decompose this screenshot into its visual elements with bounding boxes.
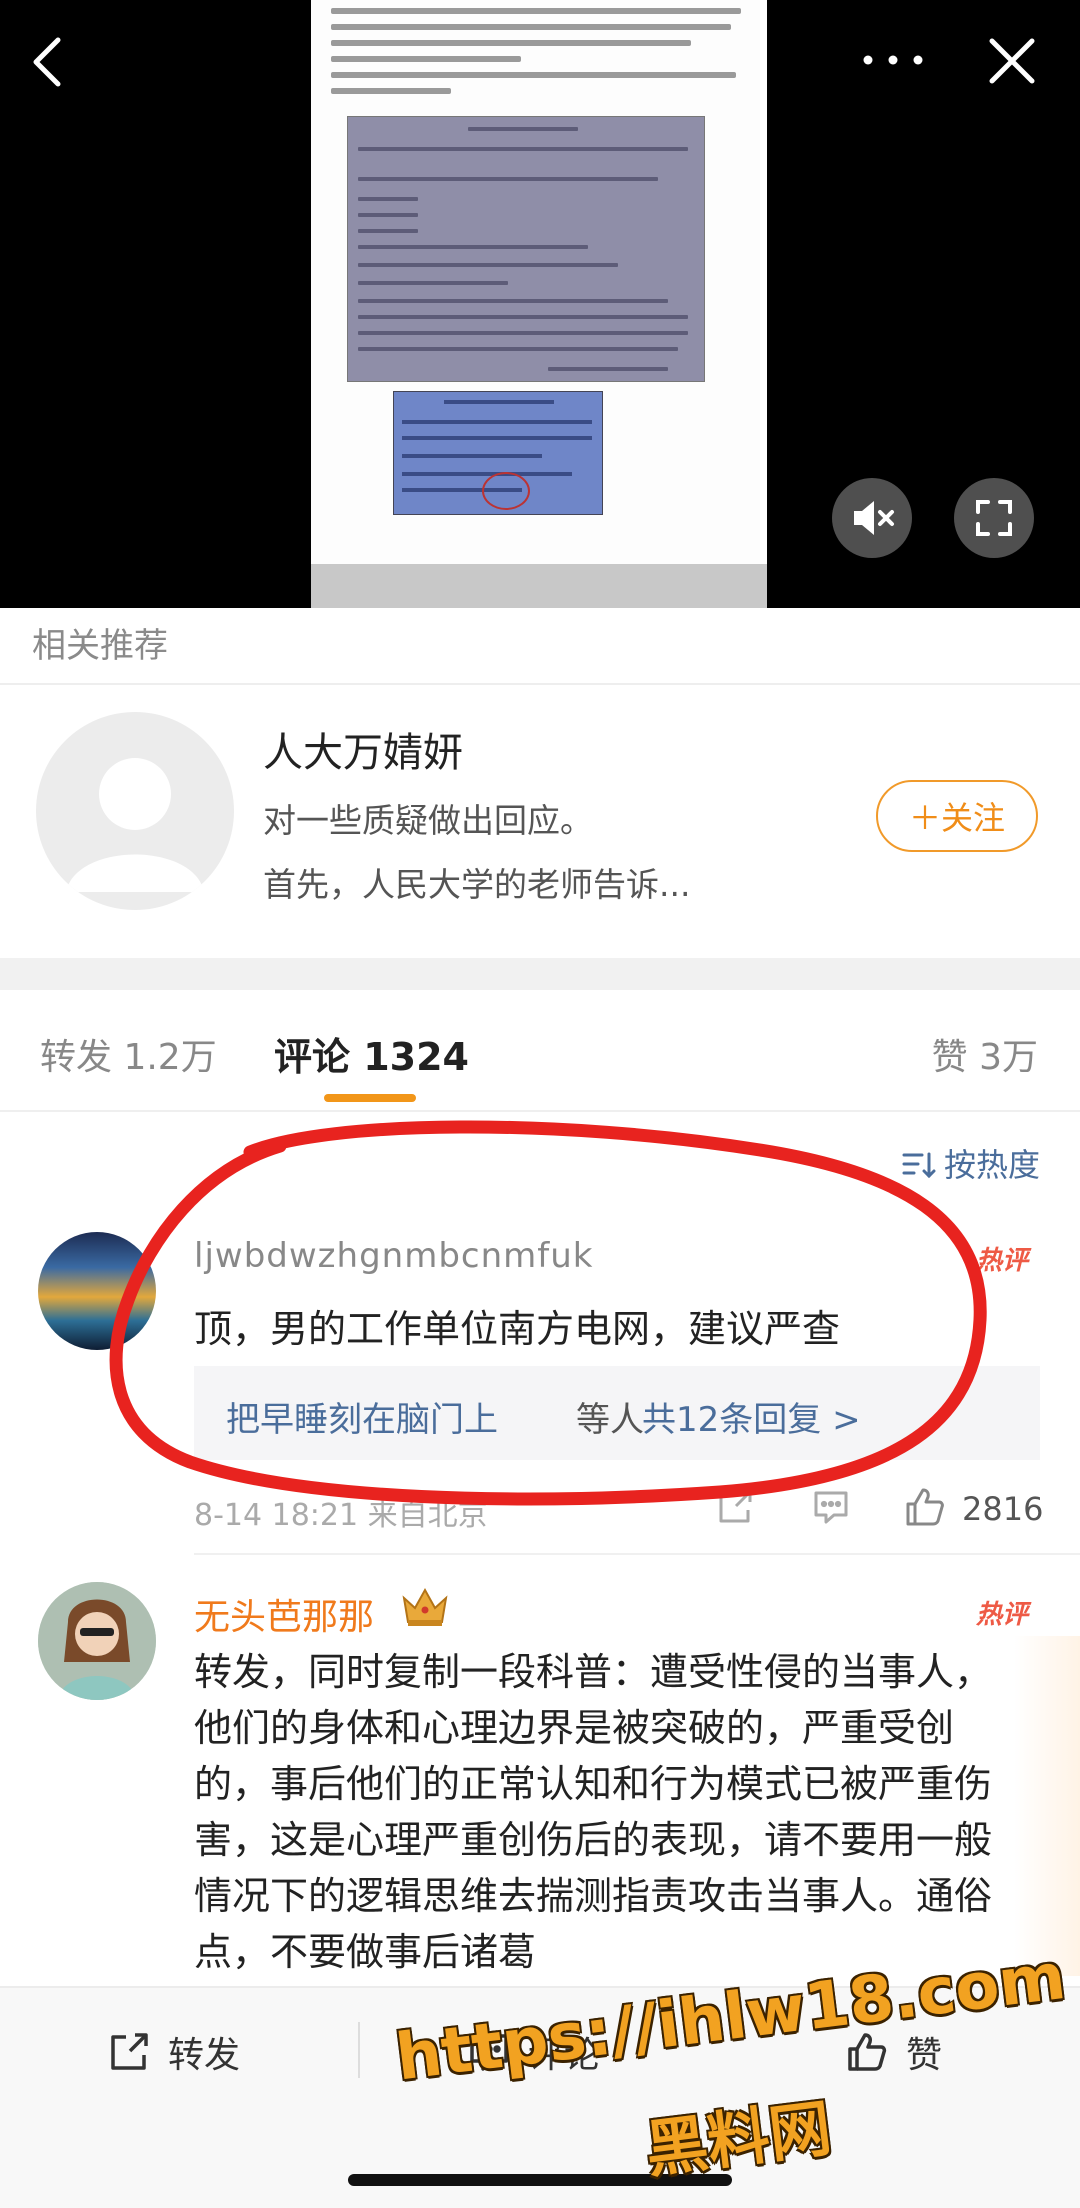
like-count: 2816 — [962, 1490, 1044, 1528]
comment-meta: 8-14 18:21 来自北京 — [194, 1498, 488, 1533]
crown-icon — [400, 1584, 450, 1630]
avatar[interactable] — [36, 712, 234, 910]
divider — [0, 683, 1080, 685]
related-header: 相关推荐 — [32, 626, 168, 666]
comment-text: 顶，男的工作单位南方电网，建议严查 — [194, 1307, 841, 1351]
more-icon[interactable] — [858, 20, 928, 100]
avatar[interactable] — [38, 1232, 156, 1350]
comment-username[interactable]: 无头芭那那 — [194, 1588, 374, 1640]
hot-comment-badge: 热评 — [975, 1246, 1028, 1276]
comment-icon[interactable] — [812, 1488, 850, 1526]
scanned-receipt-image — [393, 391, 603, 515]
tab-like[interactable]: 赞 3万 — [932, 1028, 1038, 1080]
repost-button[interactable]: 转发 — [108, 2026, 240, 2082]
section-separator — [0, 958, 1080, 990]
share-icon — [108, 2031, 150, 2082]
back-icon[interactable] — [28, 34, 68, 90]
comment-text: 转发，同时复制一段科普：遭受性侵的当事人，他们的身体和心理边界是被突破的，严重受… — [194, 1650, 993, 1974]
like-icon[interactable] — [904, 1486, 946, 1528]
reply-total-link[interactable]: 共12条回复 > — [642, 1392, 861, 1441]
comment-username[interactable]: ljwbdwzhgnmbcnmfuk — [194, 1236, 593, 1276]
document-page-edge — [311, 564, 767, 608]
sort-label: 按热度 — [943, 1146, 1040, 1184]
mute-icon[interactable] — [832, 478, 912, 558]
divider — [0, 1110, 1080, 1112]
reply-etc: 等人 — [576, 1400, 644, 1440]
recommend-user-name[interactable]: 人大万婧妍 — [263, 720, 463, 778]
like-label: 赞 — [906, 2035, 943, 2076]
sort-icon — [902, 1150, 936, 1188]
tab-repost[interactable]: 转发 1.2万 — [40, 1028, 217, 1080]
share-icon[interactable] — [716, 1488, 754, 1526]
tab-comment[interactable]: 评论 1324 — [274, 1026, 469, 1081]
close-icon[interactable] — [984, 26, 1040, 96]
recommend-snippet-line1: 对一些质疑做出回应。 — [263, 801, 593, 840]
divider — [194, 1553, 1080, 1555]
scanned-record-image — [347, 116, 705, 382]
fullscreen-icon[interactable] — [954, 478, 1034, 558]
avatar[interactable] — [38, 1582, 156, 1700]
hot-comment-badge: 热评 — [975, 1600, 1028, 1630]
recommend-snippet-line2: 首先，人民大学的老师告诉... — [263, 865, 691, 904]
sort-button[interactable]: 按热度 — [902, 1140, 1040, 1188]
follow-button[interactable]: ＋关注 — [876, 780, 1038, 852]
tab-active-indicator — [324, 1094, 416, 1102]
divider — [358, 2022, 360, 2078]
reply-username[interactable]: 把早睡刻在脑门上 — [226, 1392, 498, 1441]
repost-label: 转发 — [168, 2035, 241, 2076]
